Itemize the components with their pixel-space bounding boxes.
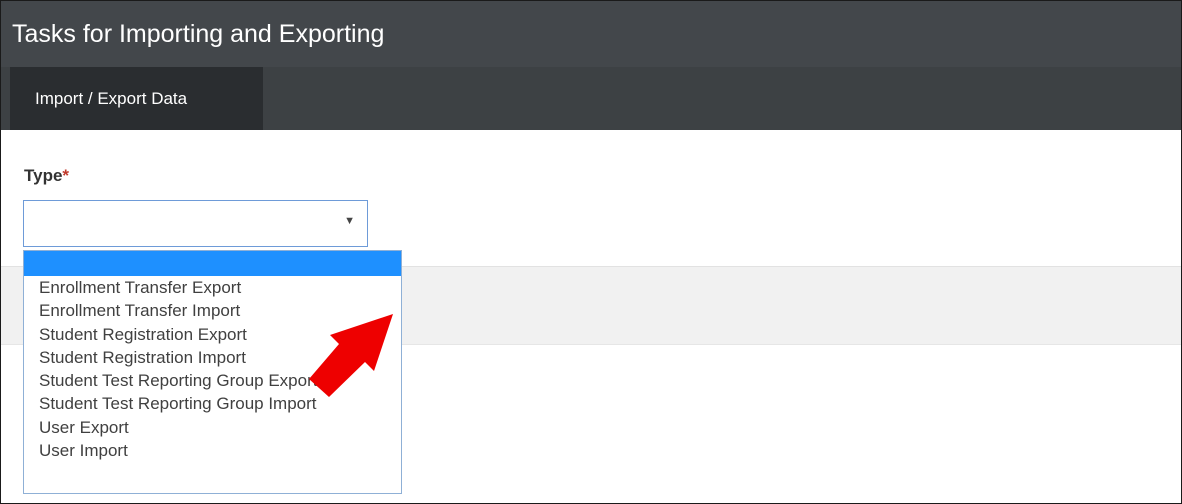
required-marker: * xyxy=(62,166,70,185)
app-window: Tasks for Importing and Exporting Import… xyxy=(0,0,1182,504)
page-title: Tasks for Importing and Exporting xyxy=(1,1,1181,67)
dropdown-option-user-import[interactable]: User Import xyxy=(24,439,401,462)
dropdown-option-enrollment-transfer-export[interactable]: Enrollment Transfer Export xyxy=(24,276,401,299)
tab-import-export-data[interactable]: Import / Export Data xyxy=(10,67,263,130)
type-label-text: Type xyxy=(24,166,63,185)
red-arrow-shape xyxy=(309,314,393,397)
dropdown-option-student-test-reporting-group-import[interactable]: Student Test Reporting Group Import xyxy=(24,392,401,415)
type-field-label: Type* xyxy=(24,166,69,186)
tab-bar: Import / Export Data xyxy=(1,67,1181,130)
chevron-down-icon[interactable]: ▼ xyxy=(344,215,355,227)
dropdown-option-blank[interactable] xyxy=(24,251,401,276)
dropdown-option-user-export[interactable]: User Export xyxy=(24,416,401,439)
red-arrow-annotation-icon xyxy=(309,314,393,397)
type-select[interactable]: ▼ xyxy=(23,200,368,247)
